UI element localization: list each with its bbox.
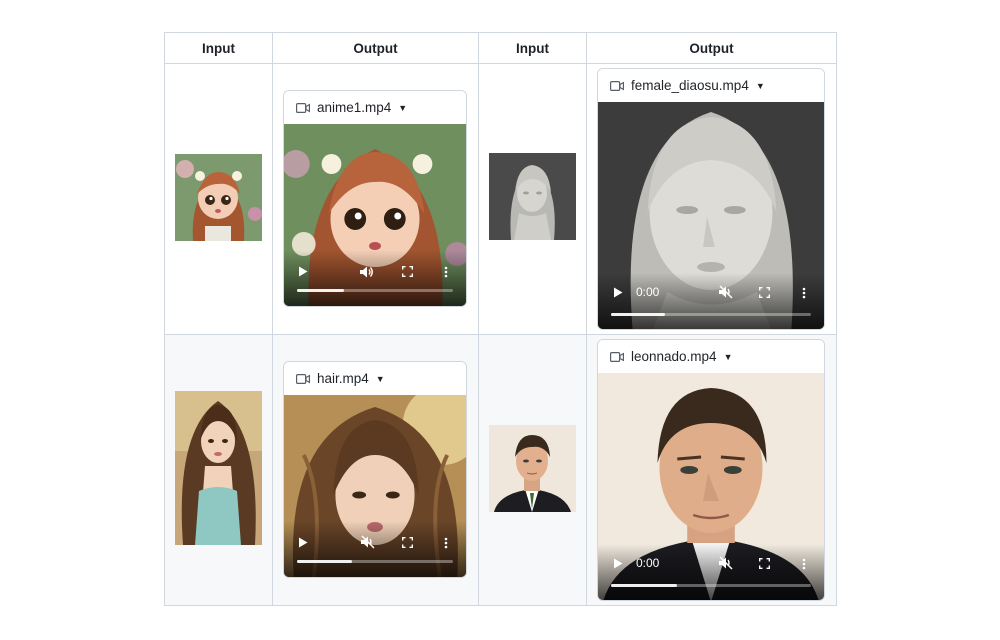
header-input-2: Input <box>478 32 587 64</box>
input-cell <box>164 63 273 335</box>
video-controls: 0:00 <box>598 544 824 600</box>
video-frame[interactable] <box>284 124 466 306</box>
fullscreen-icon[interactable] <box>759 558 770 569</box>
video-frame[interactable]: 0:00 <box>598 373 824 600</box>
play-icon[interactable] <box>298 266 308 277</box>
video-player-female-diaosu: female_diaosu.mp4 ▼ 0:00 <box>597 68 825 330</box>
video-file-menu[interactable]: female_diaosu.mp4 ▼ <box>598 69 824 102</box>
video-camera-icon <box>296 373 310 384</box>
input-cell <box>164 334 273 606</box>
video-file-menu[interactable]: leonnado.mp4 ▼ <box>598 340 824 373</box>
header-output-2: Output <box>586 32 837 64</box>
input-image-anime <box>175 154 262 241</box>
video-file-menu[interactable]: anime1.mp4 ▼ <box>284 91 466 124</box>
output-cell: anime1.mp4 ▼ <box>272 63 479 335</box>
video-player-leonnado: leonnado.mp4 ▼ 0:00 <box>597 339 825 601</box>
header-output-1: Output <box>272 32 479 64</box>
video-controls: 0:00 <box>598 273 824 329</box>
chevron-down-icon: ▼ <box>375 373 385 384</box>
fullscreen-icon[interactable] <box>759 287 770 298</box>
video-time: 0:00 <box>636 556 660 570</box>
muted-icon[interactable] <box>719 556 733 570</box>
video-time: 0:00 <box>636 285 660 299</box>
input-image-statue <box>489 153 576 240</box>
more-options-icon[interactable] <box>444 266 448 278</box>
video-progress-bar[interactable] <box>611 313 811 316</box>
video-player-hair: hair.mp4 ▼ <box>283 361 467 578</box>
chevron-down-icon: ▼ <box>398 102 408 113</box>
video-filename: female_diaosu.mp4 <box>631 78 749 93</box>
chevron-down-icon: ▼ <box>755 80 765 91</box>
video-file-menu[interactable]: hair.mp4 ▼ <box>284 362 466 395</box>
video-frame[interactable] <box>284 395 466 577</box>
more-options-icon[interactable] <box>802 558 806 570</box>
play-icon[interactable] <box>613 558 623 569</box>
video-progress-bar[interactable] <box>297 289 453 292</box>
muted-icon[interactable] <box>361 535 375 549</box>
input-image-man <box>489 425 576 512</box>
play-icon[interactable] <box>613 287 623 298</box>
output-cell: hair.mp4 ▼ <box>272 334 479 606</box>
output-cell: leonnado.mp4 ▼ 0:00 <box>586 334 837 606</box>
input-cell <box>478 63 587 335</box>
video-progress-bar[interactable] <box>297 560 453 563</box>
video-filename: anime1.mp4 <box>317 100 392 115</box>
video-controls <box>284 250 466 306</box>
video-progress-bar[interactable] <box>611 584 811 587</box>
more-options-icon[interactable] <box>802 287 806 299</box>
video-controls <box>284 521 466 577</box>
more-options-icon[interactable] <box>444 537 448 549</box>
video-camera-icon <box>610 80 624 91</box>
video-camera-icon <box>296 102 310 113</box>
table-row: anime1.mp4 ▼ female_diaosu.mp4 ▼ 0:00 <box>164 63 837 335</box>
header-input-1: Input <box>164 32 273 64</box>
chevron-down-icon: ▼ <box>723 351 733 362</box>
volume-icon[interactable] <box>360 266 374 278</box>
input-image-hair <box>175 391 262 545</box>
play-icon[interactable] <box>298 537 308 548</box>
video-player-anime1: anime1.mp4 ▼ <box>283 90 467 307</box>
fullscreen-icon[interactable] <box>402 266 413 277</box>
table-row: hair.mp4 ▼ leonnado.mp4 ▼ 0:00 <box>164 334 837 606</box>
muted-icon[interactable] <box>719 285 733 299</box>
input-cell <box>478 334 587 606</box>
output-cell: female_diaosu.mp4 ▼ 0:00 <box>586 63 837 335</box>
video-filename: leonnado.mp4 <box>631 349 717 364</box>
comparison-table: Input Output Input Output anime1.mp4 ▼ f… <box>164 32 837 606</box>
fullscreen-icon[interactable] <box>402 537 413 548</box>
video-frame[interactable]: 0:00 <box>598 102 824 329</box>
video-camera-icon <box>610 351 624 362</box>
video-filename: hair.mp4 <box>317 371 369 386</box>
